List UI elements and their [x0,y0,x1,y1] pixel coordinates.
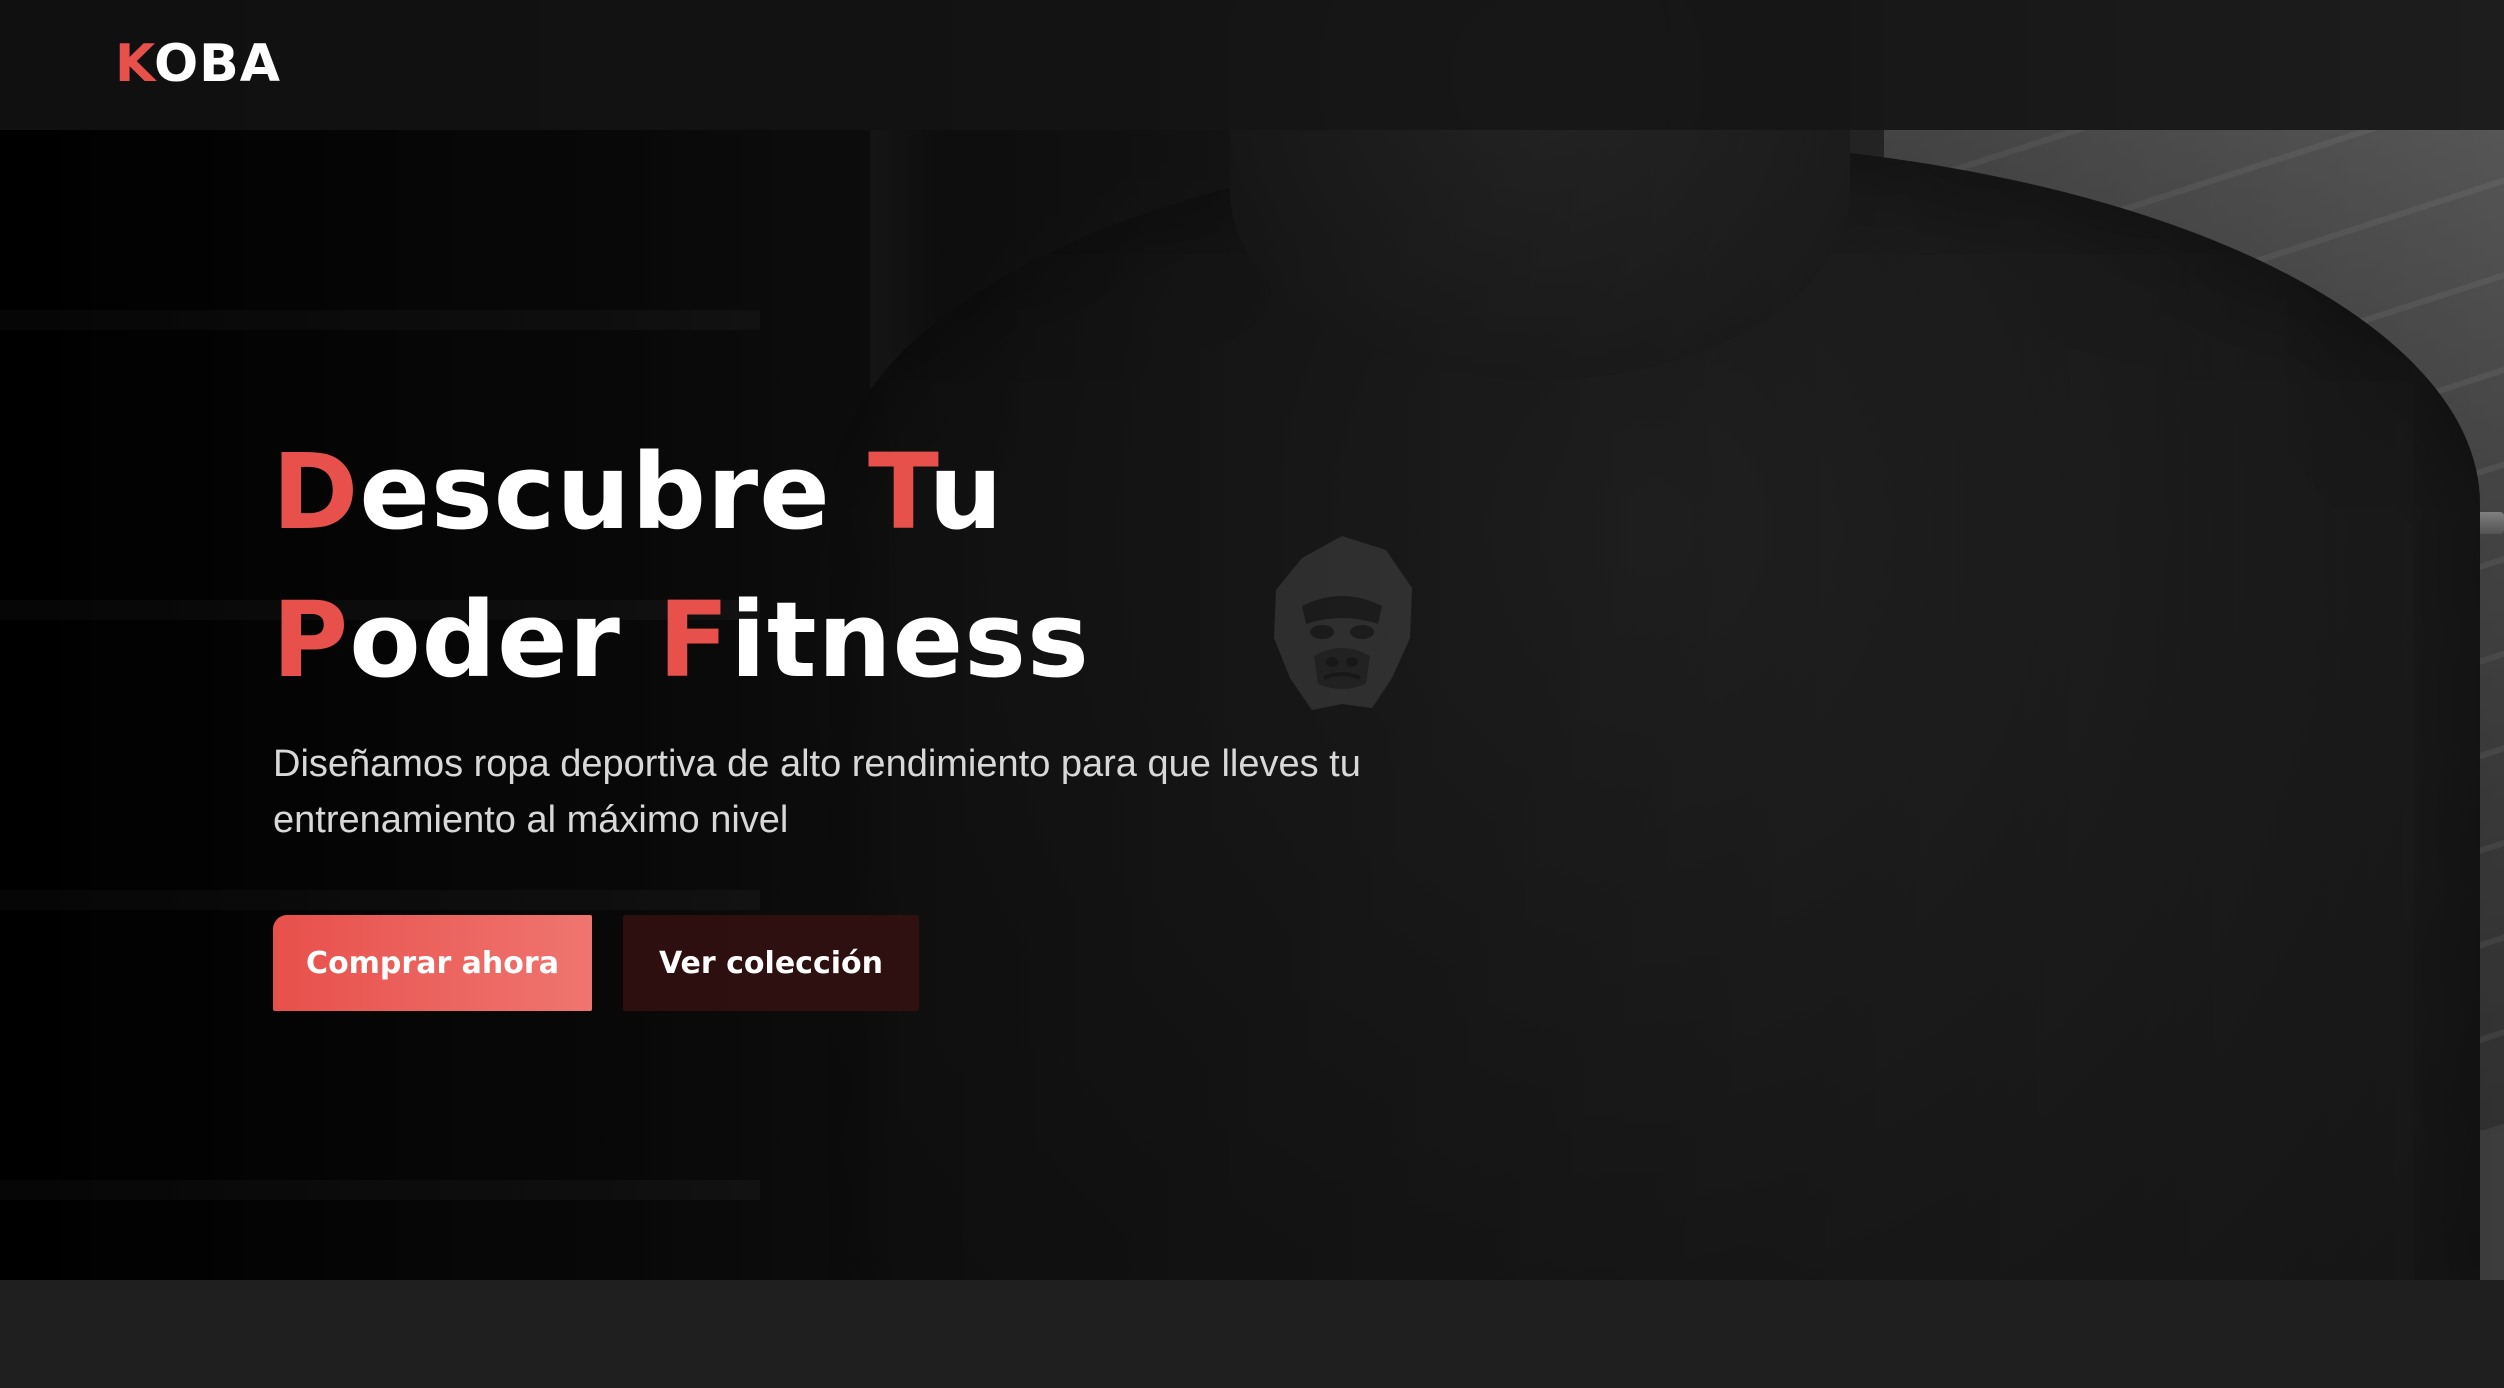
landing-page: Descubre Tu Poder Fitness Diseñamos ropa… [0,0,2504,1388]
title-accent-letter: F [658,579,731,701]
title-accent-letter: P [272,579,350,701]
hero-title-line-2: Poder Fitness [272,566,1090,714]
site-header: KOBA [0,0,2504,130]
hero-section: Descubre Tu Poder Fitness Diseñamos ropa… [0,0,2504,1280]
title-accent-letter: T [867,431,929,553]
view-collection-button[interactable]: Ver colección [623,915,919,1011]
title-word: u [928,431,1004,553]
title-word: itness [730,579,1090,701]
hero-title-line-1: Descubre Tu [272,418,1090,566]
title-accent-letter: D [272,431,360,553]
brand-logo-accent-letter: K [115,34,154,94]
hero-subtitle: Diseñamos ropa deportiva de alto rendimi… [273,743,1361,841]
title-word: oder [349,579,659,701]
shop-now-button[interactable]: Comprar ahora [273,915,592,1011]
title-word: escubre [359,431,868,553]
brand-logo[interactable]: KOBA [115,34,281,94]
next-section [0,1280,2504,1388]
brand-logo-text: OBA [153,34,282,94]
hero-title: Descubre Tu Poder Fitness [272,418,1090,714]
